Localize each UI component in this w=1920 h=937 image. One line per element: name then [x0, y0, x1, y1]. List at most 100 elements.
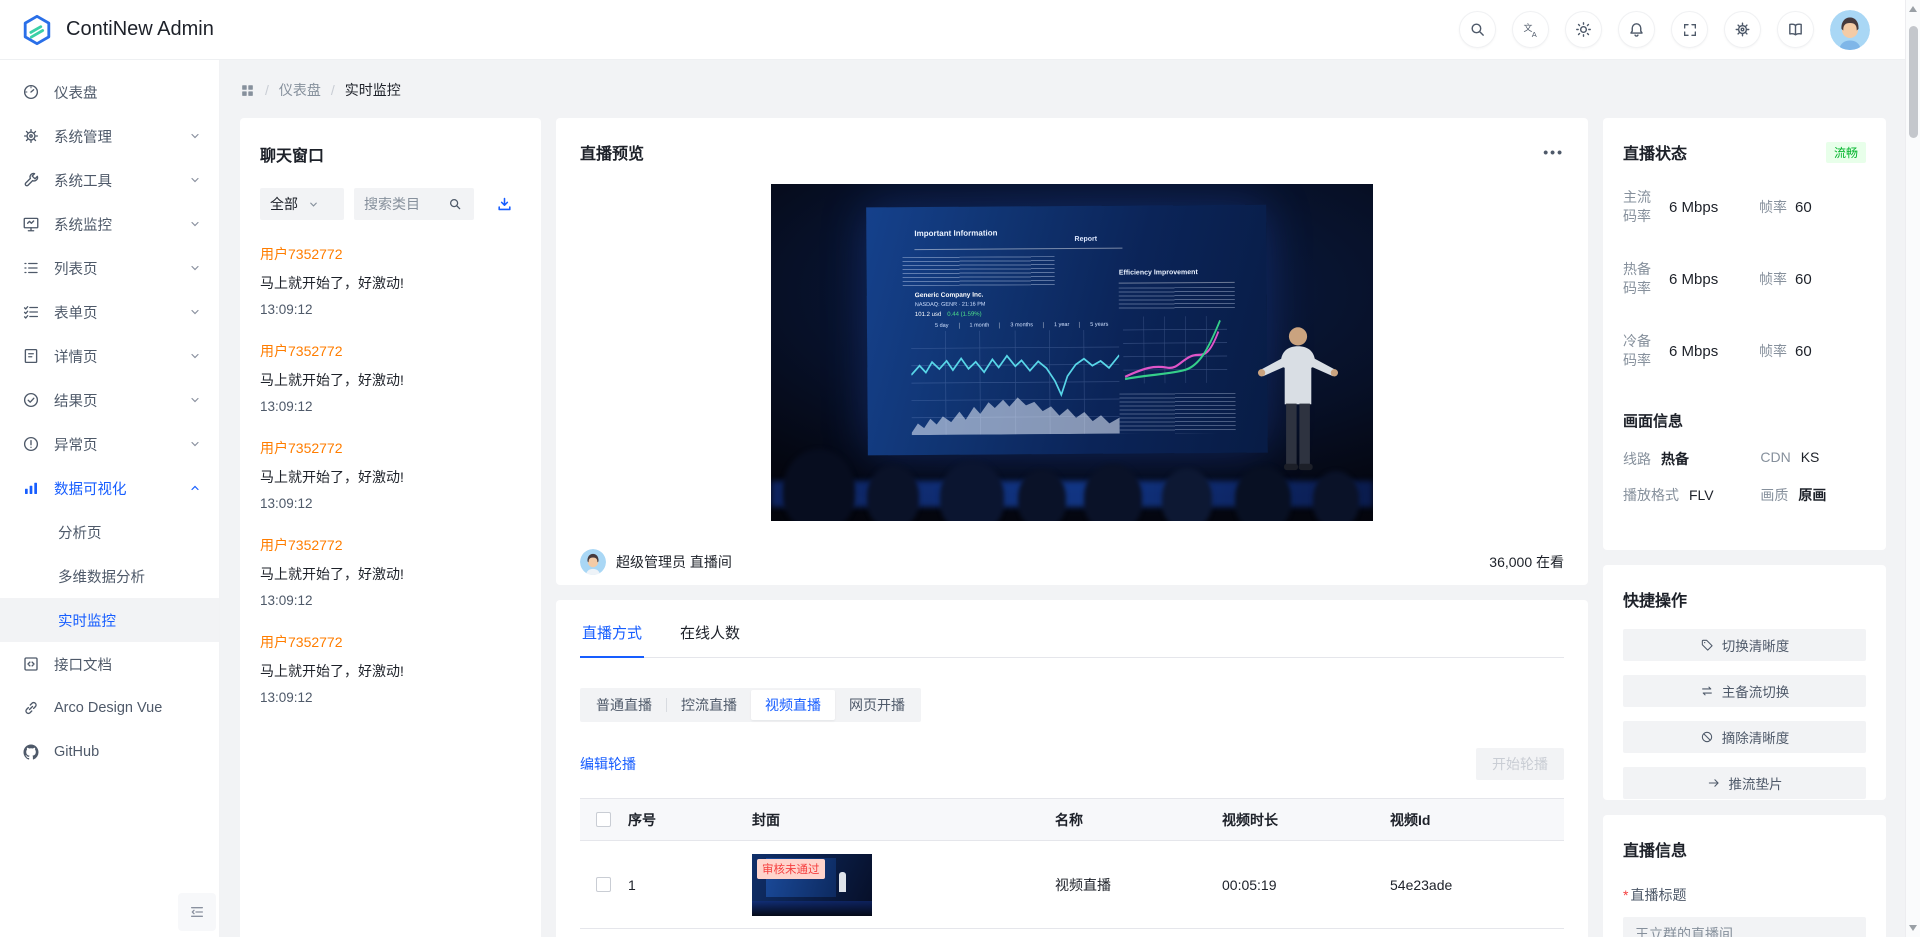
sidebar-item-form-pages[interactable]: 表单页 — [0, 290, 219, 334]
mode-normal-live[interactable]: 普通直播 — [582, 690, 666, 720]
mode-web-live[interactable]: 网页开播 — [835, 690, 919, 720]
sidebar-item-detail-pages[interactable]: 详情页 — [0, 334, 219, 378]
settings-button[interactable] — [1724, 11, 1761, 48]
tab-online-count[interactable]: 在线人数 — [678, 622, 742, 657]
main-backup-switch-button[interactable]: 主备流切换 — [1623, 675, 1866, 707]
sidebar-item-arco-design[interactable]: Arco Design Vue — [0, 686, 219, 730]
video-cover-thumbnail[interactable]: 审核未通过 — [752, 853, 872, 916]
chevron-down-icon — [189, 350, 201, 362]
sidebar-item-api-docs[interactable]: 接口文档 — [0, 642, 219, 686]
sidebar-collapse-button[interactable] — [178, 893, 216, 931]
sidebar-subitem-analysis[interactable]: 分析页 — [0, 510, 219, 554]
sidebar-subitem-multi-dimension[interactable]: 多维数据分析 — [0, 554, 219, 598]
more-icon[interactable]: ••• — [1543, 144, 1564, 160]
cell-video-id: 54e23ade — [1390, 876, 1453, 893]
switch-quality-button[interactable]: 切换清晰度 — [1623, 629, 1866, 661]
live-info-panel: 直播信息 * 直播标题 — [1603, 815, 1886, 937]
file-icon — [22, 347, 40, 365]
chevron-down-icon — [189, 438, 201, 450]
status-badge: 流畅 — [1825, 141, 1866, 163]
chevron-down-icon — [189, 262, 201, 274]
edit-carousel-link[interactable]: 编辑轮播 — [580, 754, 636, 774]
search-button[interactable] — [1459, 11, 1496, 48]
chevron-down-icon — [189, 174, 201, 186]
sidebar-item-label: 异常页 — [54, 437, 98, 454]
bar-chart-icon — [22, 479, 40, 497]
sidebar-item-list-pages[interactable]: 列表页 — [0, 246, 219, 290]
mode-video-live[interactable]: 视频直播 — [751, 690, 835, 720]
cell-name: 视频直播 — [1055, 876, 1111, 893]
app-logo[interactable]: ContiNew Admin — [20, 13, 214, 47]
sidebar-item-label: 仪表盘 — [54, 85, 98, 102]
monitor-icon — [22, 215, 40, 233]
scroll-down-arrow[interactable] — [1909, 925, 1917, 931]
stat-cold-backup-bitrate: 冷备码率 6 Mbps 帧率 60 — [1623, 333, 1812, 368]
language-button[interactable]: 文 A — [1512, 11, 1549, 48]
quick-actions-title: 快捷操作 — [1623, 593, 1688, 610]
col-cover: 封面 — [752, 811, 780, 828]
sidebar-item-system-monitor[interactable]: 系统监控 — [0, 202, 219, 246]
scroll-up-arrow[interactable] — [1909, 6, 1917, 12]
chat-panel: 聊天窗口 全部 用户7352772 — [240, 118, 541, 937]
sidebar-item-result-pages[interactable]: 结果页 — [0, 378, 219, 422]
list-icon — [22, 259, 40, 277]
notifications-button[interactable] — [1618, 11, 1655, 48]
user-avatar[interactable] — [1830, 9, 1870, 50]
svg-text:A: A — [1531, 29, 1536, 38]
tag-icon — [1700, 638, 1714, 652]
block-icon — [1700, 730, 1714, 744]
live-settings-panel: 直播方式 在线人数 普通直播 控流直播 视频直播 网页开播 编辑轮播 开始轮播 — [556, 600, 1588, 937]
chevron-down-icon — [189, 218, 201, 230]
chat-message-text: 马上就开始了，好激动! — [260, 566, 404, 582]
start-carousel-button[interactable]: 开始轮播 — [1476, 748, 1564, 780]
sidebar-item-github[interactable]: GitHub — [0, 730, 219, 774]
docs-button[interactable] — [1777, 11, 1814, 48]
form-list-icon — [22, 303, 40, 321]
sidebar-item-dashboard[interactable]: 仪表盘 — [0, 70, 219, 114]
chat-message-user: 用户7352772 — [260, 440, 343, 456]
audience-silhouettes — [771, 420, 1373, 521]
live-preview-panel: 直播预览 ••• Important Information Report Ge… — [556, 118, 1588, 585]
breadcrumb-item[interactable]: 仪表盘 — [279, 80, 321, 100]
apps-grid-icon[interactable] — [240, 83, 255, 98]
live-video-player[interactable]: Important Information Report Generic Com… — [771, 184, 1373, 521]
sidebar-subitem-label: 多维数据分析 — [58, 569, 145, 586]
chat-search-input[interactable] — [364, 196, 442, 212]
exclamation-circle-icon — [22, 435, 40, 453]
page-scrollbar[interactable] — [1905, 0, 1920, 937]
sidebar-item-system-management[interactable]: 系统管理 — [0, 114, 219, 158]
sidebar: 仪表盘 系统管理 系统工具 系统监控 列表页 表单页 详情页 结果页 异常页 数… — [0, 60, 220, 937]
remove-quality-button[interactable]: 摘除清晰度 — [1623, 721, 1866, 753]
push-stream-pad-button[interactable]: 推流垫片 — [1623, 767, 1866, 799]
sidebar-item-system-tools[interactable]: 系统工具 — [0, 158, 219, 202]
col-video-id: 视频Id — [1390, 811, 1431, 828]
live-title-input[interactable] — [1623, 917, 1866, 937]
fullscreen-button[interactable] — [1671, 11, 1708, 48]
info-format: 播放格式 FLV — [1623, 487, 1714, 503]
row-checkbox[interactable] — [596, 877, 611, 892]
theme-button[interactable] — [1565, 11, 1602, 48]
screen-range-tabs: 5 day 1 month 3 months 1 year 5 years — [935, 322, 1109, 330]
mode-flow-control-live[interactable]: 控流直播 — [667, 690, 751, 720]
sidebar-subitem-realtime-monitor[interactable]: 实时监控 — [0, 598, 219, 642]
code-doc-icon — [22, 655, 40, 673]
download-icon[interactable] — [496, 196, 513, 213]
gear-icon — [1734, 21, 1751, 38]
stat-main-bitrate: 主流码率 6 Mbps 帧率 60 — [1623, 189, 1812, 224]
tab-live-mode[interactable]: 直播方式 — [580, 622, 645, 658]
select-all-checkbox[interactable] — [596, 812, 611, 827]
chat-message-user: 用户7352772 — [260, 537, 343, 553]
search-icon[interactable] — [448, 197, 462, 211]
chat-message: 用户7352772 马上就开始了，好激动! 13:09:12 — [260, 244, 521, 317]
screen-growth-chart — [1123, 316, 1228, 384]
sidebar-item-data-visualization[interactable]: 数据可视化 — [0, 466, 219, 510]
chat-filter-select[interactable]: 全部 — [260, 188, 344, 220]
sidebar-item-label: GitHub — [54, 744, 100, 760]
scrollbar-thumb[interactable] — [1909, 26, 1918, 138]
stat-hot-backup-bitrate: 热备码率 6 Mbps 帧率 60 — [1623, 261, 1812, 296]
chevron-down-icon — [189, 306, 201, 318]
sun-icon — [1575, 21, 1592, 38]
chat-message-user: 用户7352772 — [260, 246, 343, 262]
screen-price: 101.2 usd 0.44 (1.59%) — [915, 311, 982, 319]
sidebar-item-exception-pages[interactable]: 异常页 — [0, 422, 219, 466]
